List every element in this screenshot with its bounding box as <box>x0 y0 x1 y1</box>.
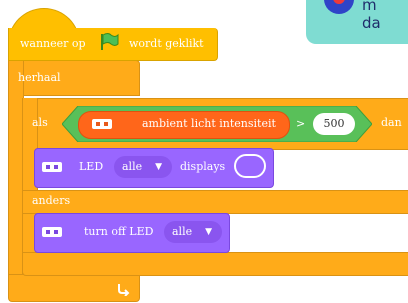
chevron-down-icon: ▼ <box>155 162 162 172</box>
tip-bubble <box>306 0 408 44</box>
tip-text-line-1: m <box>362 0 377 14</box>
chevron-down-icon: ▼ <box>205 227 212 237</box>
green-flag-icon <box>101 33 119 50</box>
operator-symbol: > <box>296 117 306 130</box>
led-label: LED <box>79 160 104 173</box>
hat-prefix: wanneer op <box>20 37 86 50</box>
turn-off-target-dropdown[interactable]: alle ▼ <box>164 221 222 243</box>
led-color-picker[interactable] <box>234 154 266 178</box>
loop-arrow-icon <box>118 284 130 296</box>
led-target-dropdown[interactable]: alle ▼ <box>114 156 172 178</box>
device-icon <box>42 162 62 172</box>
threshold-input[interactable]: 500 <box>313 113 355 135</box>
sensor-label: ambient licht intensiteit <box>142 117 276 130</box>
led-target-value: alle <box>122 160 143 173</box>
device-icon <box>42 227 62 237</box>
tip-text-line-2: da <box>362 14 381 32</box>
displays-label: displays <box>180 160 226 173</box>
else-label: anders <box>32 194 71 207</box>
turn-off-label: turn off LED <box>84 225 154 238</box>
if-label: als <box>32 116 48 129</box>
loop-label: herhaal <box>18 71 61 84</box>
then-label: dan <box>381 116 402 129</box>
device-icon <box>92 119 112 129</box>
turn-off-target-value: alle <box>172 225 193 238</box>
hat-suffix: wordt geklikt <box>129 37 204 50</box>
